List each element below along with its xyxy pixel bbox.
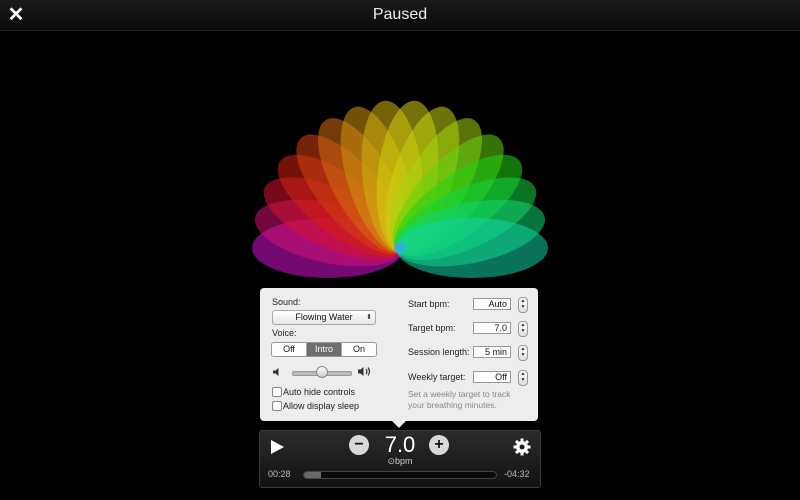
voice-option-intro[interactable]: Intro: [307, 343, 342, 356]
sound-select-value: Flowing Water: [295, 312, 353, 322]
session-length-stepper[interactable]: ▲ ▼: [518, 345, 528, 361]
weekly-target-stepper[interactable]: ▲ ▼: [518, 370, 528, 386]
target-bpm-field[interactable]: 7.0: [473, 322, 511, 334]
start-bpm-stepper[interactable]: ▲ ▼: [518, 297, 528, 313]
session-progress-bar[interactable]: [303, 471, 497, 479]
settings-popover: Sound: Flowing Water ⬍ Voice: Off Intro …: [260, 288, 538, 428]
display-sleep-checkbox[interactable]: [272, 401, 282, 411]
popover-arrow: [392, 421, 406, 428]
voice-label: Voice:: [272, 328, 297, 338]
elapsed-time: 00:28: [268, 469, 291, 479]
volume-high-icon: [358, 367, 371, 376]
minus-icon: −: [354, 436, 364, 453]
plus-icon: +: [434, 436, 444, 453]
weekly-target-label: Weekly target:: [408, 372, 466, 382]
volume-low-icon: [273, 368, 279, 376]
decrease-bpm-button[interactable]: −: [349, 435, 369, 455]
play-icon[interactable]: [268, 438, 286, 456]
sound-select[interactable]: Flowing Water ⬍: [272, 310, 376, 325]
voice-segmented-control: Off Intro On: [271, 342, 377, 357]
voice-option-on[interactable]: On: [342, 343, 376, 356]
increase-bpm-button[interactable]: +: [429, 435, 449, 455]
session-length-label: Session length:: [408, 347, 470, 357]
start-bpm-field[interactable]: Auto: [473, 298, 511, 310]
sound-label: Sound:: [272, 297, 301, 307]
remaining-time: -04:32: [504, 469, 530, 479]
flower-petal: [396, 218, 548, 278]
gear-icon[interactable]: [513, 438, 531, 456]
volume-slider-knob[interactable]: [316, 366, 328, 378]
session-length-field[interactable]: 5 min: [473, 346, 511, 358]
target-bpm-stepper[interactable]: ▲ ▼: [518, 321, 528, 337]
start-bpm-label: Start bpm:: [408, 299, 450, 309]
flower-center: [394, 242, 406, 254]
bpm-unit: ⊙bpm: [387, 456, 413, 466]
session-progress-fill: [304, 472, 322, 478]
display-sleep-label: Allow display sleep: [283, 401, 360, 411]
target-bpm-label: Target bpm:: [408, 323, 456, 333]
auto-hide-checkbox[interactable]: [272, 387, 282, 397]
window-title: Paused: [372, 6, 428, 23]
chevron-updown-icon: ⬍: [366, 314, 372, 321]
bpm-value: 7.0: [384, 432, 416, 457]
playback-controls: − 7.0 ⊙bpm + 00:28 -04:32: [259, 430, 541, 488]
voice-option-off[interactable]: Off: [272, 343, 307, 356]
title-bar: ✕ Paused: [0, 0, 800, 31]
weekly-target-help: Set a weekly target to track your breath…: [408, 389, 511, 410]
weekly-target-field[interactable]: Off: [473, 371, 511, 383]
auto-hide-label: Auto hide controls: [283, 387, 356, 397]
